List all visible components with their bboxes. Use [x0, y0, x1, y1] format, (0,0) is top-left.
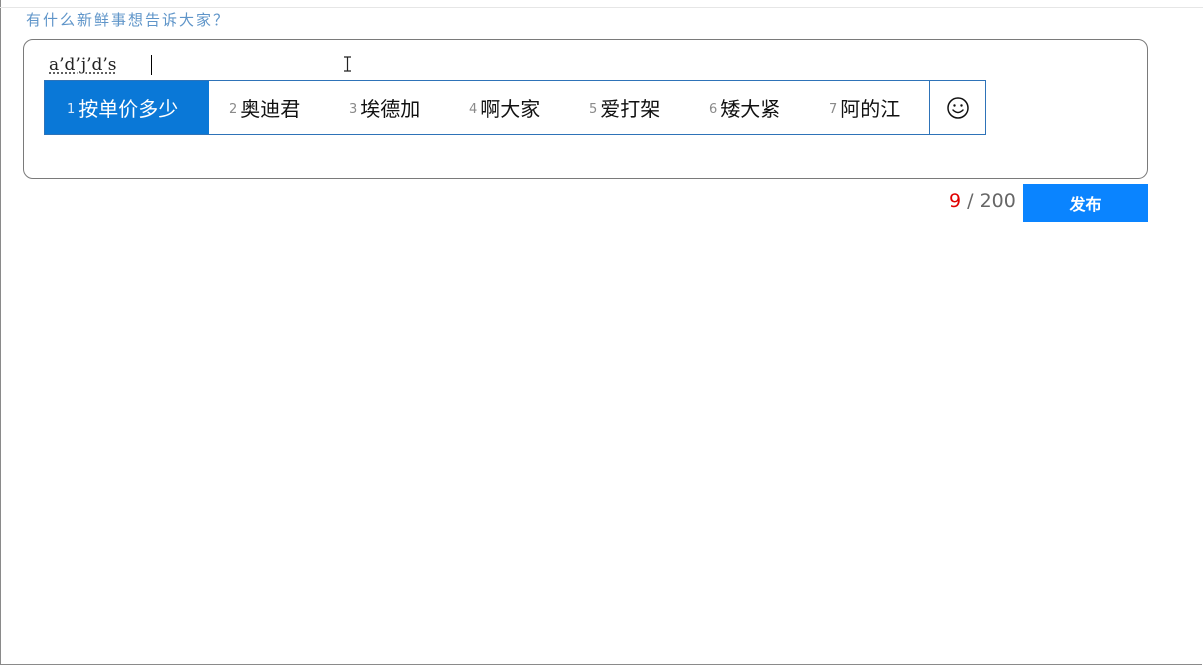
- char-count-current: 9: [949, 190, 962, 212]
- top-divider: [0, 7, 1203, 8]
- publish-button[interactable]: 发布: [1023, 184, 1148, 222]
- ime-candidate-7[interactable]: 7 阿的江: [809, 81, 929, 134]
- ime-candidate-2[interactable]: 2 奥迪君: [209, 81, 329, 134]
- candidate-word: 奥迪君: [240, 97, 301, 121]
- ibeam-cursor-icon: [344, 56, 351, 72]
- ime-candidate-5[interactable]: 5 爱打架: [569, 81, 689, 134]
- candidate-word: 阿的江: [840, 97, 901, 121]
- compose-prompt: 有什么新鲜事想告诉大家？: [26, 11, 231, 29]
- candidate-number: 3: [349, 102, 358, 117]
- smiley-face-icon: [947, 96, 969, 119]
- ime-composition-text: a’d’j’d’s: [49, 55, 117, 75]
- candidate-number: 4: [469, 102, 478, 117]
- candidate-number: 7: [829, 102, 838, 117]
- candidate-word: 啊大家: [480, 97, 541, 121]
- candidate-number: 6: [709, 102, 718, 117]
- ime-candidate-3[interactable]: 3 埃德加: [329, 81, 449, 134]
- ime-candidate-6[interactable]: 6 矮大紧: [689, 81, 809, 134]
- emoji-button[interactable]: [929, 81, 986, 134]
- ime-candidate-bar: 1 按单价多少 2 奥迪君 3 埃德加 4 啊大家 5 爱打架 6 矮大紧 7 …: [44, 80, 986, 135]
- candidate-word: 埃德加: [360, 97, 421, 121]
- candidate-number: 2: [229, 102, 238, 117]
- char-counter: 9 / 200: [949, 190, 1016, 212]
- ime-candidate-1[interactable]: 1 按单价多少: [45, 81, 209, 134]
- text-caret: [151, 55, 152, 75]
- ime-candidate-4[interactable]: 4 啊大家: [449, 81, 569, 134]
- candidate-word: 矮大紧: [720, 97, 781, 121]
- candidate-word: 按单价多少: [78, 97, 179, 121]
- candidate-number: 5: [589, 102, 598, 117]
- candidate-number: 1: [67, 102, 76, 117]
- char-count-separator: /: [961, 190, 980, 212]
- char-count-max: 200: [979, 190, 1016, 212]
- candidate-word: 爱打架: [600, 97, 661, 121]
